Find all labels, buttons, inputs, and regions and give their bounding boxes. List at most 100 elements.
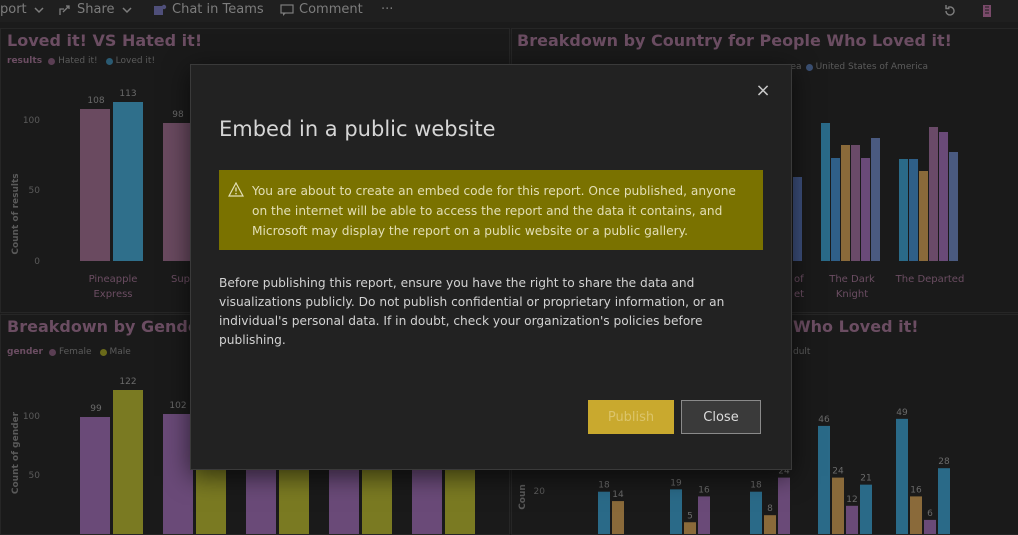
bar [698, 496, 710, 534]
more-options-label: ··· [381, 2, 394, 17]
bar [831, 158, 840, 261]
bar-label: 14 [612, 490, 624, 500]
x-tick-label: The Departed [895, 274, 965, 285]
bar [938, 468, 950, 534]
bar [821, 123, 830, 261]
bar [939, 132, 948, 261]
bar-female [80, 417, 110, 534]
y-tick-50: 50 [29, 471, 41, 481]
chevron-down-icon [34, 6, 44, 13]
comment-label: Comment [299, 2, 363, 17]
export-label: port [0, 2, 27, 17]
bar-label: 18 [598, 481, 610, 491]
y-axis-label: Count of results [11, 173, 21, 254]
x-tick-label: Pineapple Express [89, 274, 138, 300]
bar-female [412, 465, 442, 534]
bar-label: 102 [169, 401, 186, 411]
bar [764, 515, 776, 534]
bar [841, 145, 850, 261]
bar-label: 122 [119, 377, 136, 387]
more-options-button[interactable]: ··· [381, 2, 393, 17]
bar-label: 46 [818, 415, 830, 425]
x-tick-label: Sup [171, 274, 190, 285]
bookmark-icon[interactable] [980, 4, 994, 18]
close-icon[interactable]: × [753, 81, 773, 101]
bar-hated [163, 123, 193, 261]
bar [818, 425, 830, 534]
bar-loved [113, 102, 143, 261]
bar [919, 171, 928, 261]
bar-label: 16 [698, 485, 710, 495]
bar [899, 159, 908, 261]
y-tick-20: 20 [534, 487, 546, 497]
x-tick-label: of [794, 274, 804, 285]
teams-icon [154, 4, 167, 15]
warning-icon [228, 182, 244, 197]
y-tick-100: 100 [23, 116, 40, 126]
bar-hated [80, 109, 110, 261]
export-menu-button[interactable]: port [0, 2, 46, 17]
bar-label: 12 [846, 495, 857, 505]
bar [949, 152, 958, 261]
bar-male [362, 465, 392, 534]
bar-label: 19 [670, 478, 682, 488]
reset-icon[interactable] [943, 4, 957, 18]
x-tick-label: et [794, 289, 804, 300]
x-tick-line: Pineapple [89, 274, 138, 285]
bar-label: 28 [938, 457, 950, 467]
bar [929, 127, 938, 261]
y-tick-100: 100 [23, 412, 40, 422]
bar [909, 159, 918, 261]
bar-label: 24 [832, 467, 844, 477]
bar-male [196, 465, 226, 534]
bar [598, 491, 610, 534]
bar-label: 5 [687, 511, 693, 521]
report-toolbar: port Share Chat in Teams Comment ··· [0, 0, 1018, 22]
bar-female [163, 414, 193, 534]
warning-banner: You are about to create an embed code fo… [219, 170, 763, 250]
dialog-title: Embed in a public website [219, 117, 496, 141]
y-tick-50: 50 [29, 186, 41, 196]
bar [670, 489, 682, 534]
bar-label: 16 [910, 485, 922, 495]
bar [924, 519, 936, 534]
bar-label: 113 [119, 89, 136, 99]
bar-female [246, 465, 276, 534]
bar [750, 491, 762, 534]
x-tick-line: The Dark [828, 274, 875, 285]
bar [832, 477, 844, 534]
bar [871, 138, 880, 261]
bar-male [445, 465, 475, 534]
bar-label: 98 [172, 110, 184, 120]
bar [910, 496, 922, 534]
bar [793, 177, 802, 261]
bar [846, 505, 858, 534]
bar-label: 21 [860, 474, 871, 484]
x-tick-label: The Dark Knight [828, 274, 875, 300]
share-label: Share [77, 2, 115, 17]
share-button[interactable]: Share [58, 2, 134, 17]
chat-in-teams-button[interactable]: Chat in Teams [153, 2, 264, 17]
bar [851, 145, 860, 261]
bar-male [113, 390, 143, 534]
dialog-body-text: Before publishing this report, ensure yo… [219, 276, 725, 347]
chevron-down-icon [121, 6, 132, 13]
embed-dialog: × Embed in a public website You are abou… [190, 64, 792, 470]
x-tick-line: Knight [836, 289, 868, 300]
bar-female [329, 465, 359, 534]
share-icon [59, 4, 70, 15]
bar-label: 99 [90, 404, 102, 414]
bar [612, 501, 624, 534]
bar-male [279, 465, 309, 534]
bar [684, 522, 696, 534]
bar [860, 484, 872, 534]
y-axis-label: Coun [518, 484, 528, 510]
close-button[interactable]: Close [681, 400, 761, 434]
y-axis-label: Count of gender [11, 411, 21, 494]
bar [778, 477, 790, 534]
comment-button[interactable]: Comment [280, 2, 363, 17]
warning-text: You are about to create an embed code fo… [252, 184, 736, 238]
chat-in-teams-label: Chat in Teams [172, 2, 264, 17]
publish-button[interactable]: Publish [588, 400, 674, 434]
bar [861, 158, 870, 261]
